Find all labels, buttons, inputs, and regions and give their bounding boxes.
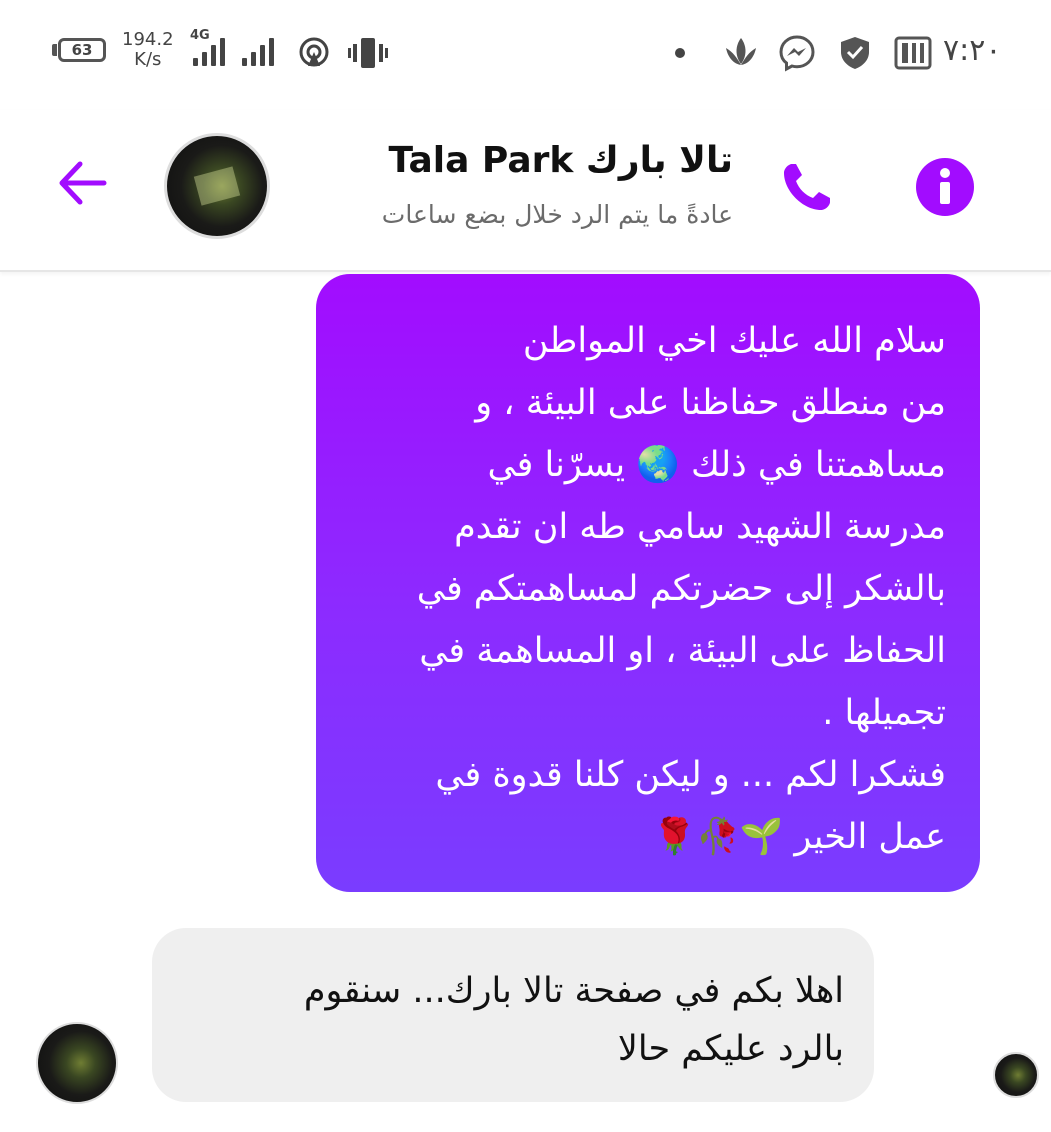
clock: ٧:٢٠: [943, 33, 1002, 68]
speed-value: 194.2: [122, 29, 174, 50]
message-text: سلام الله عليك اخي المواطن من منطلق حفاظ…: [416, 321, 946, 857]
speed-unit: K/s: [134, 49, 162, 70]
message-text: اهلا بكم في صفحة تالا بارك... سنقوم بالر…: [303, 971, 844, 1069]
conversation-header: تالا بارك Tala Park عادةً ما يتم الرد خل…: [0, 110, 1051, 272]
notification-dot-icon: [675, 48, 685, 58]
seen-receipt-avatar: [993, 1052, 1039, 1098]
battery-icon: 63: [58, 38, 106, 62]
phone-icon[interactable]: [778, 158, 836, 216]
messenger-icon: [779, 35, 815, 72]
shield-icon: [841, 37, 869, 69]
sender-avatar[interactable]: [36, 1022, 118, 1104]
signal-icon: [193, 36, 225, 66]
network-speed: 194.2 K/s: [122, 30, 174, 70]
battery-nub: [52, 44, 57, 56]
hotspot-icon: [299, 37, 329, 67]
contact-name[interactable]: تالا بارك Tala Park: [389, 140, 733, 181]
status-bar: 63 194.2 K/s 4G ٧:٢٠: [0, 0, 1051, 100]
vibrate-icon: [348, 38, 388, 68]
lotus-icon: [726, 38, 756, 65]
message-bubble-outgoing[interactable]: سلام الله عليك اخي المواطن من منطلق حفاظ…: [316, 274, 980, 892]
info-icon[interactable]: [914, 156, 976, 218]
signal-icon: [242, 36, 274, 66]
message-bubble-incoming[interactable]: اهلا بكم في صفحة تالا بارك... سنقوم بالر…: [152, 928, 874, 1102]
back-arrow-icon[interactable]: [54, 154, 112, 212]
parking-app-icon: [894, 36, 932, 70]
contact-status: عادةً ما يتم الرد خلال بضع ساعات: [381, 200, 733, 229]
avatar[interactable]: [164, 133, 270, 239]
